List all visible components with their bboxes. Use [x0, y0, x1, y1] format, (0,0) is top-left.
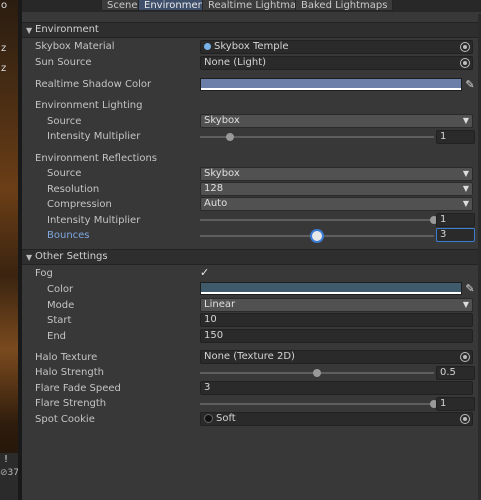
bounces-label: Bounces: [47, 230, 90, 241]
fog-label: Fog: [35, 268, 53, 279]
reflection-intensity-input[interactable]: 1: [436, 213, 475, 227]
texture-icon: [204, 413, 213, 423]
halo-texture-label: Halo Texture: [35, 352, 98, 363]
object-picker-icon[interactable]: [460, 58, 470, 68]
scene-count: ⊘37: [0, 468, 19, 478]
object-picker-icon[interactable]: [460, 414, 470, 424]
lighting-window: Scene Environment Realtime Lightmaps Bak…: [22, 0, 481, 500]
reflection-source-value: Skybox: [204, 168, 240, 179]
fog-mode-value: Linear: [204, 299, 236, 310]
skybox-material-label: Skybox Material: [35, 41, 115, 52]
bounces-input[interactable]: 3: [436, 228, 475, 242]
tab-baked-lightmaps[interactable]: Baked Lightmaps: [295, 0, 394, 11]
other-settings-section-header[interactable]: ▼ Other Settings: [22, 249, 481, 265]
fog-end-input[interactable]: 150: [200, 329, 473, 343]
scene-edge-char-1: o: [1, 0, 8, 11]
compression-dropdown[interactable]: Auto ▼: [200, 197, 473, 211]
sun-source-value: None (Light): [204, 57, 267, 68]
chevron-down-icon: ▼: [462, 116, 469, 125]
flare-strength-input[interactable]: 1: [436, 397, 475, 411]
alpha-bar: [201, 292, 461, 294]
halo-strength-label: Halo Strength: [35, 367, 104, 378]
eyedropper-icon[interactable]: ✎: [464, 79, 476, 91]
environment-section-header[interactable]: ▼ Environment: [22, 22, 481, 38]
fog-color-label: Color: [47, 284, 74, 295]
fog-mode-label: Mode: [47, 300, 75, 311]
flare-fade-speed-label: Flare Fade Speed: [35, 383, 121, 394]
flare-strength-slider[interactable]: [200, 400, 438, 408]
warning-icon[interactable]: !: [4, 454, 8, 465]
scene-view-edge: o z z: [0, 0, 18, 500]
halo-strength-input[interactable]: 0.5: [436, 366, 475, 380]
bounces-slider[interactable]: [200, 231, 434, 241]
skybox-material-value: Skybox Temple: [214, 41, 289, 52]
lighting-source-value: Skybox: [204, 115, 240, 126]
scene-edge-char-2: z: [1, 43, 7, 54]
slider-thumb[interactable]: [313, 369, 321, 377]
flare-fade-speed-input[interactable]: 3: [200, 381, 473, 395]
resolution-value: 128: [204, 183, 224, 194]
fog-checkbox[interactable]: ✓: [200, 267, 212, 279]
other-settings-section-title: Other Settings: [35, 251, 108, 262]
lighting-intensity-label: Intensity Multiplier: [47, 131, 141, 142]
realtime-shadow-color-swatch[interactable]: [200, 78, 462, 91]
alpha-bar: [201, 88, 461, 90]
environment-lighting-label: Environment Lighting: [35, 100, 143, 111]
tab-bar: Scene Environment Realtime Lightmaps Bak…: [22, 0, 481, 12]
lighting-source-label: Source: [47, 116, 82, 127]
scene-edge-char-3: z: [1, 63, 7, 74]
object-picker-icon[interactable]: [460, 42, 470, 52]
halo-strength-slider[interactable]: [200, 369, 434, 377]
environment-section-title: Environment: [35, 24, 99, 35]
scene-view-footer: ! ⊘37: [0, 453, 19, 500]
environment-reflections-label: Environment Reflections: [35, 153, 157, 164]
halo-texture-value: None (Texture 2D): [204, 351, 295, 362]
chevron-down-icon: ▼: [462, 169, 469, 178]
object-picker-icon[interactable]: [460, 352, 470, 362]
chevron-down-icon: ▼: [462, 199, 469, 208]
lighting-source-dropdown[interactable]: Skybox ▼: [200, 114, 473, 128]
spot-cookie-value: Soft: [216, 413, 236, 424]
chevron-down-icon: ▼: [462, 300, 469, 309]
compression-label: Compression: [47, 199, 112, 210]
resolution-dropdown[interactable]: 128 ▼: [200, 182, 473, 196]
flare-strength-label: Flare Strength: [35, 398, 107, 409]
fog-end-label: End: [47, 331, 67, 342]
realtime-shadow-color-label: Realtime Shadow Color: [35, 79, 152, 90]
chevron-down-icon: ▼: [462, 184, 469, 193]
foldout-triangle-icon: ▼: [26, 253, 33, 262]
slider-thumb[interactable]: [312, 231, 322, 241]
sun-source-field[interactable]: None (Light): [200, 56, 473, 70]
material-icon: [204, 42, 211, 50]
sun-source-label: Sun Source: [35, 57, 92, 68]
lighting-intensity-input[interactable]: 1: [436, 130, 475, 144]
spot-cookie-label: Spot Cookie: [35, 414, 95, 425]
reflection-intensity-slider[interactable]: [200, 216, 438, 224]
lighting-intensity-slider[interactable]: [200, 133, 434, 141]
reflection-intensity-label: Intensity Multiplier: [47, 215, 141, 226]
eyedropper-icon[interactable]: ✎: [464, 283, 476, 295]
reflection-source-label: Source: [47, 168, 82, 179]
skybox-material-field[interactable]: Skybox Temple: [200, 40, 473, 54]
spot-cookie-field[interactable]: Soft: [200, 412, 473, 426]
fog-color-swatch[interactable]: [200, 282, 462, 295]
resolution-label: Resolution: [47, 184, 100, 195]
halo-texture-field[interactable]: None (Texture 2D): [200, 350, 473, 364]
compression-value: Auto: [204, 198, 228, 209]
fog-start-label: Start: [47, 315, 72, 326]
fog-start-input[interactable]: 10: [200, 313, 473, 327]
foldout-triangle-icon: ▼: [26, 26, 33, 35]
fog-mode-dropdown[interactable]: Linear ▼: [200, 298, 473, 312]
slider-thumb[interactable]: [226, 133, 235, 141]
reflection-source-dropdown[interactable]: Skybox ▼: [200, 167, 473, 181]
